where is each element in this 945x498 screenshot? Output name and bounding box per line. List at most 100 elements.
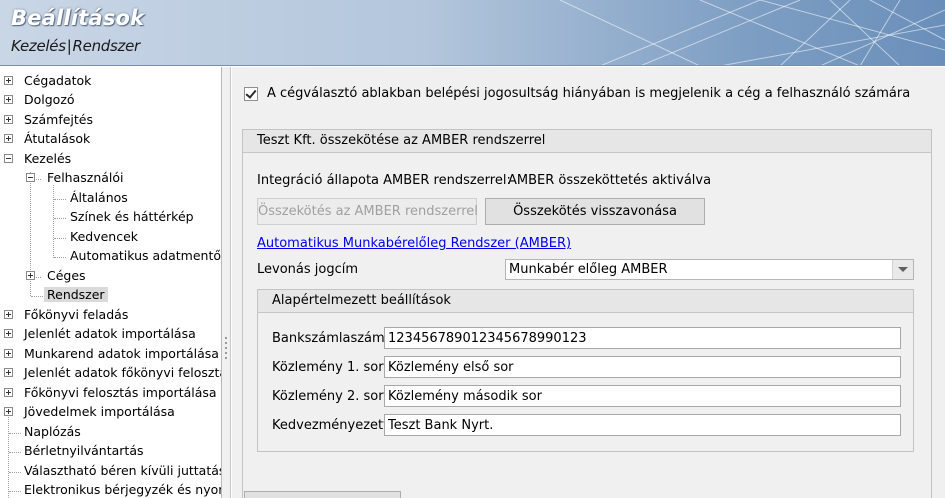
default-settings-group: Alapértelmezett beállítások Bankszámlasz… [257, 289, 914, 452]
tree-item-altalanos[interactable]: Általános [70, 188, 128, 207]
tree-item-atutalasok[interactable]: Átutalások [4, 129, 91, 148]
tree-item-kedvencek[interactable]: Kedvencek [70, 227, 138, 246]
amber-group: Teszt Kft. összekötése az AMBER rendszer… [242, 129, 932, 498]
default-settings-title: Alapértelmezett beállítások [258, 290, 913, 313]
tree-item-label: Színek és háttérkép [70, 209, 194, 224]
settings-panel: A cégválasztó ablakban belépési jogosult… [232, 67, 945, 498]
tree-item-label: Választható béren kívüli juttatás [24, 463, 222, 478]
expand-plus-icon[interactable] [4, 76, 13, 85]
deduction-type-value: Munkabér előleg AMBER [509, 262, 668, 277]
tree-item-szamfejtes[interactable]: Számfejtés [4, 110, 93, 129]
tree-line [54, 199, 66, 200]
beneficiary-field[interactable] [385, 415, 900, 435]
bank-account-field[interactable] [385, 328, 900, 348]
header-banner: Beállítások Kezelés|Rendszer [0, 0, 945, 66]
bank-account-label: Bankszámlaszám [272, 331, 385, 346]
memo-line1-field[interactable] [385, 357, 900, 377]
tree-item-kezeles[interactable]: Kezelés [4, 149, 72, 168]
tree-item-berletnyilvantartas[interactable]: Bérletnyilvántartás [24, 441, 144, 460]
deduction-type-label: Levonás jogcím [257, 262, 359, 277]
splitter-grip [225, 357, 227, 359]
tree-item-label: Általános [70, 190, 128, 205]
splitter-grip [225, 337, 227, 339]
expand-plus-icon[interactable] [4, 388, 13, 397]
tree-item-label: Kezelés [24, 151, 72, 166]
tree-item-label: Jelenlét adatok főkönyvi felosztá [24, 365, 222, 380]
tree-item-label: Főkönyvi felosztás importálása [24, 385, 217, 400]
expand-plus-icon[interactable] [4, 407, 13, 416]
deduction-type-select[interactable]: Munkabér előleg AMBER [505, 259, 914, 280]
expand-plus-icon[interactable] [4, 115, 13, 124]
tree-line [54, 218, 66, 219]
tree-line [9, 472, 21, 473]
tree-item-automatikus-adatmento[interactable]: Automatikus adatmentő [70, 246, 221, 265]
tree-item-label: Főkönyvi feladás [24, 307, 129, 322]
tree-item-label: Naplózás [24, 424, 81, 439]
tree-item-label: Jövedelmek importálása [24, 404, 175, 419]
revoke-connection-button[interactable]: Összekötés visszavonása [485, 198, 705, 225]
connect-amber-button[interactable]: Összekötés az AMBER rendszerrel [257, 198, 478, 225]
splitter-grip [225, 347, 227, 349]
partially-visible-button[interactable] [244, 491, 401, 498]
tree-item-elektronikus-berjegyzek[interactable]: Elektronikus bérjegyzék és nyom [24, 480, 222, 498]
tree-item-label: Bérletnyilvántartás [24, 443, 144, 458]
tree-item-jelenlet-fokonyvi-felosztas[interactable]: Jelenlét adatok főkönyvi felosztá [4, 363, 222, 382]
expand-plus-icon[interactable] [4, 310, 13, 319]
company-visibility-label[interactable]: A cégválasztó ablakban belépési jogosult… [267, 86, 910, 101]
chevron-down-icon[interactable] [892, 260, 913, 279]
amber-info-link[interactable]: Automatikus Munkabérelőleg Rendszer (AMB… [257, 236, 571, 251]
company-visibility-checkbox[interactable] [244, 87, 258, 101]
tree-item-felhasznaloi[interactable]: Felhasználói [26, 168, 124, 187]
tree-item-valaszthato-beren-kivuli-juttatas[interactable]: Választható béren kívüli juttatás [24, 461, 222, 480]
tree-item-label: Automatikus adatmentő [70, 248, 221, 263]
tree-item-fokonyvi-felosztas-importalasa[interactable]: Főkönyvi felosztás importálása [4, 383, 217, 402]
tree-item-label: Felhasználói [47, 170, 124, 185]
expand-plus-icon[interactable] [26, 271, 35, 280]
tree-item-dolgozo[interactable]: Dolgozó [4, 90, 75, 109]
navigation-tree: Cégadatok Dolgozó Számfejtés Átutalások … [0, 67, 222, 498]
tree-item-rendszer[interactable]: Rendszer [44, 285, 108, 304]
tree-item-label: Dolgozó [24, 92, 75, 107]
tree-item-jovedelmek-importalasa[interactable]: Jövedelmek importálása [4, 402, 175, 421]
memo-line1-label: Közlemény 1. sor [272, 360, 384, 375]
pane-splitter[interactable] [222, 67, 231, 498]
tree-line [53, 185, 54, 258]
tree-line [8, 412, 9, 498]
tree-line [9, 452, 21, 453]
expand-plus-icon[interactable] [4, 349, 13, 358]
breadcrumb-rendszer: Rendszer [72, 37, 141, 55]
tree-item-label: Kedvencek [70, 229, 139, 244]
tree-item-label: Céges [47, 268, 86, 283]
breadcrumb: Kezelés|Rendszer [11, 37, 140, 55]
tree-item-label: Elektronikus bérjegyzék és nyom [24, 482, 222, 497]
collapse-minus-icon[interactable] [26, 173, 35, 182]
tree-item-label-selected: Rendszer [44, 287, 108, 302]
breadcrumb-kezeles: Kezelés [11, 37, 66, 55]
expand-plus-icon[interactable] [4, 95, 13, 104]
expand-plus-icon[interactable] [4, 368, 13, 377]
tree-item-ceges[interactable]: Céges [26, 266, 86, 285]
tree-line [54, 238, 66, 239]
splitter-grip [225, 342, 227, 344]
memo-line2-input[interactable] [384, 385, 901, 407]
tree-item-munkarend-adatok-importalasa[interactable]: Munkarend adatok importálása [4, 344, 219, 363]
tree-item-cegadatok[interactable]: Cégadatok [4, 71, 91, 90]
memo-line2-label: Közlemény 2. sor [272, 389, 384, 404]
collapse-minus-icon[interactable] [4, 154, 13, 163]
app-title: Beállítások [11, 6, 145, 30]
tree-item-naplozas[interactable]: Naplózás [24, 422, 81, 441]
memo-line2-field[interactable] [385, 386, 900, 406]
tree-item-label: Jelenlét adatok importálása [24, 326, 196, 341]
tree-item-szinek-es-hatterkep[interactable]: Színek és háttérkép [70, 207, 194, 226]
tree-item-jelenlet-adatok-importalasa[interactable]: Jelenlét adatok importálása [4, 324, 196, 343]
bank-account-input[interactable] [384, 327, 901, 349]
tree-item-label: Munkarend adatok importálása [24, 346, 219, 361]
expand-plus-icon[interactable] [4, 134, 13, 143]
tree-item-fokonyvi-feladas[interactable]: Főkönyvi feladás [4, 305, 129, 324]
breadcrumb-separator: | [66, 37, 72, 55]
tree-line [31, 296, 45, 297]
beneficiary-input[interactable] [384, 414, 901, 436]
expand-plus-icon[interactable] [4, 329, 13, 338]
tree-item-label: Átutalások [24, 131, 91, 146]
memo-line1-input[interactable] [384, 356, 901, 378]
